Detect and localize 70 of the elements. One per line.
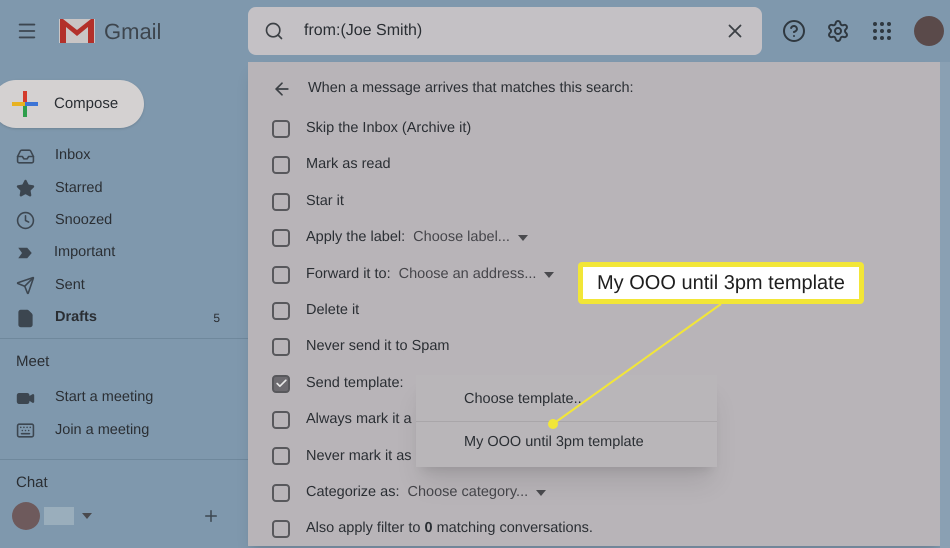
option-label: Mark as read [306, 155, 391, 174]
option-label: Star it [306, 192, 344, 211]
option-label: Categorize as: [306, 482, 400, 502]
avatar[interactable] [914, 16, 944, 46]
document-icon [16, 308, 35, 328]
caret-icon [544, 272, 554, 278]
option-label: Also apply filter to 0 matching conversations. [306, 519, 593, 538]
option-label: Forward it to: [306, 264, 391, 284]
caret-icon [536, 490, 546, 496]
apps-grid-icon[interactable] [870, 19, 894, 43]
clock-icon [16, 211, 35, 230]
option-label: Skip the Inbox (Archive it) [306, 119, 472, 138]
nav-item[interactable]: Drafts 5 [0, 302, 248, 334]
settings-icon[interactable] [826, 19, 850, 43]
blurred-name [44, 507, 74, 526]
app-name: Gmail [104, 18, 162, 46]
dropdown[interactable]: Choose category... [408, 482, 550, 504]
mail-logo-icon [58, 17, 96, 45]
search-query: from:(Joe Smith) [304, 21, 424, 41]
checkbox[interactable] [272, 338, 290, 356]
checkbox[interactable] [272, 156, 290, 174]
dropdown[interactable]: Choose label... [413, 227, 532, 249]
nav-item[interactable]: Snoozed [0, 204, 248, 238]
compose-button[interactable]: Compose [0, 80, 144, 128]
search-field[interactable]: from:(Joe Smith) [248, 7, 762, 55]
checkbox[interactable] [272, 447, 290, 466]
nav-item[interactable]: Important [0, 237, 248, 270]
option-label: Apply the label: [306, 228, 406, 248]
checkbox[interactable] [272, 520, 290, 538]
nav-count: 5 [213, 310, 220, 328]
nav-label: Snoozed [55, 211, 114, 230]
checkbox[interactable] [272, 192, 290, 211]
nav-item[interactable]: Sent [0, 270, 248, 302]
search-icon[interactable] [264, 21, 284, 41]
option-label: Always mark it a [306, 410, 412, 430]
checkbox[interactable] [272, 229, 290, 248]
option-label: Never send it to Spam [306, 337, 450, 356]
checkbox[interactable] [272, 411, 290, 430]
option-label: Delete it [306, 301, 360, 320]
star-icon [16, 179, 35, 198]
keyboard-icon [16, 420, 35, 440]
nav-item[interactable]: Inbox [0, 140, 248, 172]
nav-label: Starred [55, 178, 104, 198]
nav-item[interactable]: Starred [0, 172, 248, 205]
menu-item[interactable]: Choose template... [416, 379, 717, 421]
caret-icon [518, 235, 528, 242]
nav-label: Important [54, 243, 116, 262]
checkbox[interactable] [272, 120, 290, 138]
help-icon[interactable] [782, 19, 806, 43]
nav-label: Inbox [55, 146, 92, 166]
option-label: Send template: [306, 374, 404, 393]
option-label: Never mark it as [306, 446, 412, 466]
checkbox[interactable] [272, 484, 290, 502]
section-title: Meet [15, 352, 50, 372]
send-icon [16, 276, 35, 296]
plus-icon [12, 91, 38, 117]
callout-label: My OOO until 3pm template [578, 262, 864, 304]
nav-label: Sent [55, 276, 86, 295]
checkbox[interactable] [272, 374, 290, 393]
caret-icon [82, 513, 92, 520]
nav-label: Drafts [55, 308, 98, 328]
meet-item[interactable]: Join a meeting [0, 414, 248, 447]
avatar [12, 502, 40, 530]
meet-item[interactable]: Start a meeting [0, 382, 248, 414]
section-title: Chat [15, 472, 49, 493]
checkbox[interactable] [272, 302, 290, 320]
checkbox[interactable] [272, 266, 290, 284]
dropdown[interactable]: Choose an address... [398, 264, 558, 286]
inbox-icon [16, 146, 35, 166]
filter-heading: When a message arrives that matches this search: [308, 79, 634, 98]
